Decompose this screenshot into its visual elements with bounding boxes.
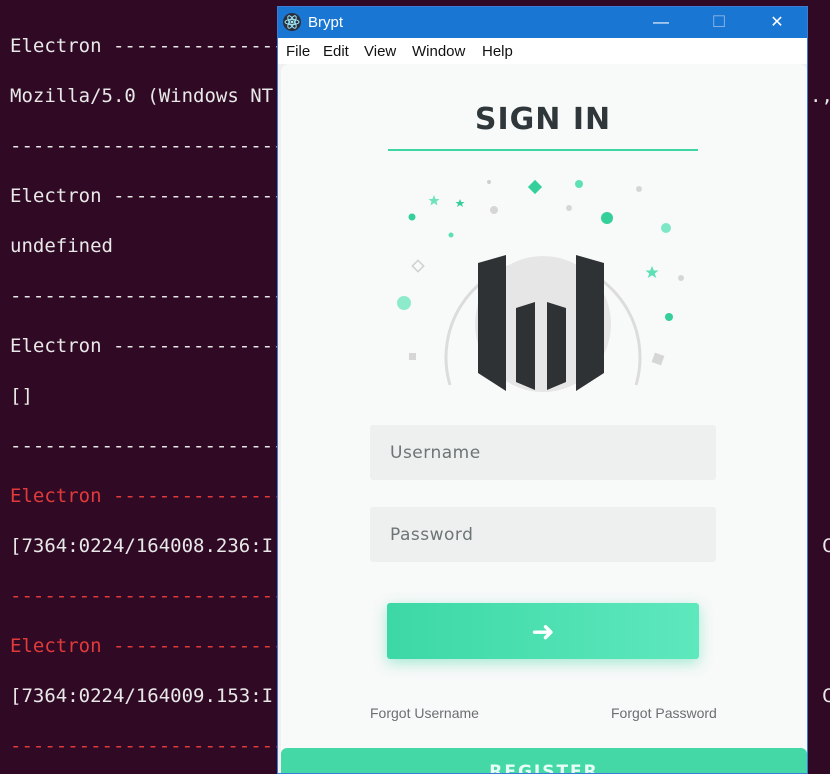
terminal-line: Electron --------------- xyxy=(10,35,285,57)
forgot-password-link[interactable]: Forgot Password xyxy=(611,705,717,721)
terminal-line: undefined xyxy=(10,235,113,257)
terminal-line: Mozilla/5.0 (Windows NT xyxy=(10,85,274,107)
terminal-fragment: ., xyxy=(810,85,830,107)
menu-bar: File Edit View Window Help xyxy=(278,38,807,64)
terminal-line: Electron --------------- xyxy=(10,185,285,207)
terminal-line: [7364:0224/164008.236:I xyxy=(10,535,274,557)
page-title: SIGN IN xyxy=(474,102,612,137)
terminal-line: ------------------------ xyxy=(10,735,285,757)
close-button[interactable]: ✕ xyxy=(754,7,800,38)
terminal-line: ------------------------ xyxy=(10,285,285,307)
sign-in-submit-button[interactable]: ➜ xyxy=(387,603,699,659)
menu-window[interactable]: Window xyxy=(412,43,465,60)
sign-in-card xyxy=(281,64,807,773)
terminal-line: [] xyxy=(10,385,33,407)
password-input[interactable] xyxy=(370,507,716,562)
title-underline xyxy=(388,149,698,151)
electron-app-icon xyxy=(283,13,301,31)
menu-edit[interactable]: Edit xyxy=(323,43,349,60)
terminal-line: Electron --------------- xyxy=(10,335,285,357)
register-button[interactable]: REGISTER xyxy=(281,748,807,773)
arrow-right-icon: ➜ xyxy=(531,614,555,648)
terminal-line: ------------------------ xyxy=(10,135,285,157)
terminal-fragment: C xyxy=(822,685,830,707)
menu-view[interactable]: View xyxy=(364,43,396,60)
terminal-line: [7364:0224/164009.153:I xyxy=(10,685,274,707)
terminal-line: ------------------------ xyxy=(10,435,285,457)
app-window: Brypt — ☐ ✕ File Edit View Window Help S… xyxy=(277,6,808,774)
menu-file[interactable]: File xyxy=(286,43,310,60)
brypt-logo-illustration xyxy=(397,179,684,392)
window-title: Brypt xyxy=(308,14,344,31)
terminal-fragment: C xyxy=(822,535,830,557)
terminal-line: Electron --------------- xyxy=(10,635,285,657)
terminal-line: ------------------------ xyxy=(10,585,285,607)
maximize-button[interactable]: ☐ xyxy=(696,7,742,38)
title-bar[interactable]: Brypt — ☐ ✕ xyxy=(278,7,807,38)
terminal-line: Electron --------------- xyxy=(10,485,285,507)
menu-help[interactable]: Help xyxy=(482,43,513,60)
username-input[interactable] xyxy=(370,425,716,480)
forgot-username-link[interactable]: Forgot Username xyxy=(370,705,479,721)
minimize-button[interactable]: — xyxy=(638,7,684,38)
